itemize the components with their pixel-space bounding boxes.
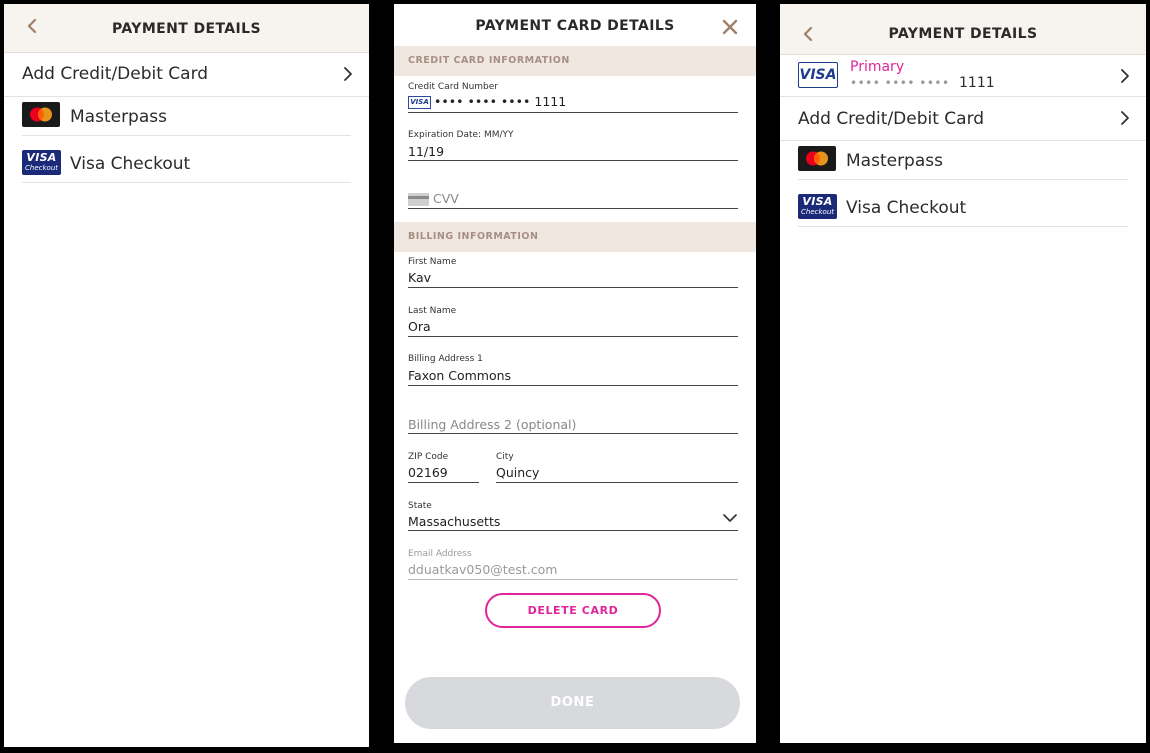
card-back-icon	[408, 193, 429, 206]
field-value: 11/19	[408, 144, 445, 159]
divider	[798, 226, 1128, 227]
field-label: Billing Address 1	[408, 354, 483, 364]
billing-section-header: BILLING INFORMATION	[394, 222, 756, 252]
add-card-row[interactable]: Add Credit/Debit Card	[780, 97, 1146, 141]
field-label: Last Name	[408, 306, 457, 316]
masterpass-row[interactable]: Masterpass	[4, 100, 369, 136]
last-name-field[interactable]: Last Name Ora	[408, 306, 738, 338]
chevron-right-icon	[1121, 111, 1129, 125]
field-label: First Name	[408, 257, 457, 267]
page-title: PAYMENT CARD DETAILS	[475, 18, 675, 34]
add-card-row[interactable]: Add Credit/Debit Card	[4, 52, 369, 96]
expiration-field[interactable]: Expiration Date: MM/YY 11/19	[408, 130, 738, 162]
primary-label: Primary	[850, 59, 905, 75]
field-value: Kav	[408, 270, 432, 285]
divider	[780, 140, 1146, 141]
field-value: CVV	[408, 191, 459, 206]
card-last4: 1111	[959, 75, 995, 91]
section-title: BILLING INFORMATION	[408, 231, 539, 242]
billing-address-1-field[interactable]: Billing Address 1 Faxon Commons	[408, 354, 738, 386]
header: PAYMENT DETAILS	[4, 4, 369, 53]
first-name-field[interactable]: First Name Kav	[408, 257, 738, 289]
field-placeholder: Billing Address 2 (optional)	[408, 417, 577, 432]
divider	[4, 96, 369, 97]
delete-card-button[interactable]: DELETE CARD	[485, 593, 661, 628]
visa-checkout-row[interactable]: VISA Checkout Visa Checkout	[4, 147, 369, 183]
state-select[interactable]: State Massachusetts	[408, 501, 738, 533]
divider	[798, 179, 1128, 180]
card-number-field[interactable]: Credit Card Number VISA •••• •••• •••• 11…	[408, 82, 738, 114]
cvv-field[interactable]: CVV	[408, 190, 738, 210]
payment-card-details-screen: PAYMENT CARD DETAILS CREDIT CARD INFORMA…	[394, 4, 756, 743]
header: PAYMENT DETAILS	[780, 4, 1146, 55]
billing-address-2-field[interactable]: Billing Address 2 (optional)	[408, 416, 738, 436]
saved-card-row[interactable]: VISA Primary •••• •••• •••• 1111	[780, 56, 1146, 96]
field-value: Quincy	[496, 465, 540, 480]
close-icon[interactable]	[720, 17, 740, 37]
email-field: Email Address dduatkav050@test.com	[408, 549, 738, 581]
field-value: VISA •••• •••• •••• 1111	[408, 94, 566, 109]
add-card-label: Add Credit/Debit Card	[798, 109, 985, 129]
chevron-right-icon	[1121, 69, 1129, 83]
field-value: Faxon Commons	[408, 368, 512, 383]
done-button[interactable]: DONE	[405, 677, 740, 729]
visa-checkout-icon: VISA Checkout	[798, 194, 837, 219]
chevron-down-icon	[723, 514, 737, 522]
payment-details-screen-empty: PAYMENT DETAILS Add Credit/Debit Card Ma…	[4, 4, 369, 747]
page-title: PAYMENT DETAILS	[112, 21, 261, 37]
credit-card-section-header: CREDIT CARD INFORMATION	[394, 46, 756, 76]
masterpass-label: Masterpass	[846, 151, 943, 171]
field-value: dduatkav050@test.com	[408, 562, 558, 577]
field-value: 02169	[408, 465, 448, 480]
field-label: ZIP Code	[408, 452, 449, 462]
visa-checkout-icon: VISA Checkout	[22, 150, 61, 175]
zip-code-field[interactable]: ZIP Code 02169	[408, 452, 479, 484]
field-label: State	[408, 501, 432, 511]
city-field[interactable]: City Quincy	[496, 452, 738, 484]
masterpass-label: Masterpass	[70, 107, 167, 127]
payment-details-screen-with-card: PAYMENT DETAILS VISA Primary •••• •••• •…	[780, 4, 1146, 743]
visa-checkout-label: Visa Checkout	[846, 198, 967, 218]
visa-checkout-row[interactable]: VISA Checkout Visa Checkout	[780, 192, 1146, 228]
visa-checkout-label: Visa Checkout	[70, 154, 191, 174]
divider	[22, 135, 351, 136]
card-dots: •••• •••• ••••	[850, 76, 950, 90]
field-label: Expiration Date: MM/YY	[408, 130, 514, 140]
section-title: CREDIT CARD INFORMATION	[408, 55, 570, 66]
field-label: Credit Card Number	[408, 82, 498, 92]
add-card-label: Add Credit/Debit Card	[22, 64, 209, 84]
visa-icon: VISA	[408, 96, 431, 109]
divider	[22, 182, 351, 183]
field-label: City	[496, 452, 514, 462]
mastercard-icon	[798, 146, 836, 171]
mastercard-icon	[22, 102, 60, 127]
field-value: Massachusetts	[408, 514, 501, 529]
chevron-right-icon	[344, 67, 352, 81]
field-value: Ora	[408, 319, 431, 334]
masterpass-row[interactable]: Masterpass	[780, 144, 1146, 180]
page-title: PAYMENT DETAILS	[888, 26, 1038, 42]
header: PAYMENT CARD DETAILS	[394, 4, 756, 46]
field-label: Email Address	[408, 549, 472, 559]
visa-icon: VISA	[798, 62, 838, 88]
